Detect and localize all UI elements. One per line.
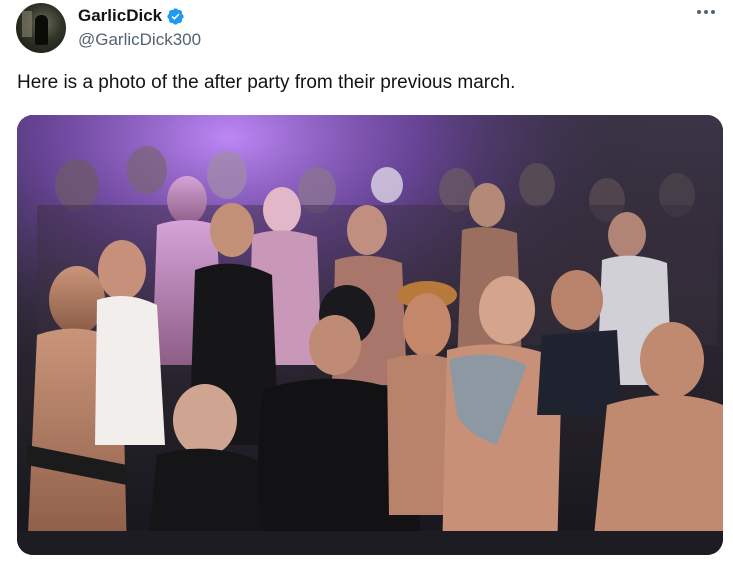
tweet-photo[interactable] <box>17 115 723 555</box>
more-options-icon <box>697 10 715 14</box>
verified-badge-icon <box>167 7 184 25</box>
avatar-figure <box>35 15 48 45</box>
photo-image <box>17 115 723 555</box>
tweet-text: Here is a photo of the after party from … <box>17 72 516 93</box>
author-handle[interactable]: @GarlicDick300 <box>78 30 201 50</box>
tweet-card: GarlicDick @GarlicDick300 Here is a phot… <box>0 0 733 572</box>
more-options-button[interactable] <box>693 2 719 22</box>
avatar[interactable] <box>16 3 66 53</box>
author-display-name[interactable]: GarlicDick <box>78 6 162 26</box>
author-name-row: GarlicDick <box>78 6 185 26</box>
avatar-light <box>22 11 32 37</box>
